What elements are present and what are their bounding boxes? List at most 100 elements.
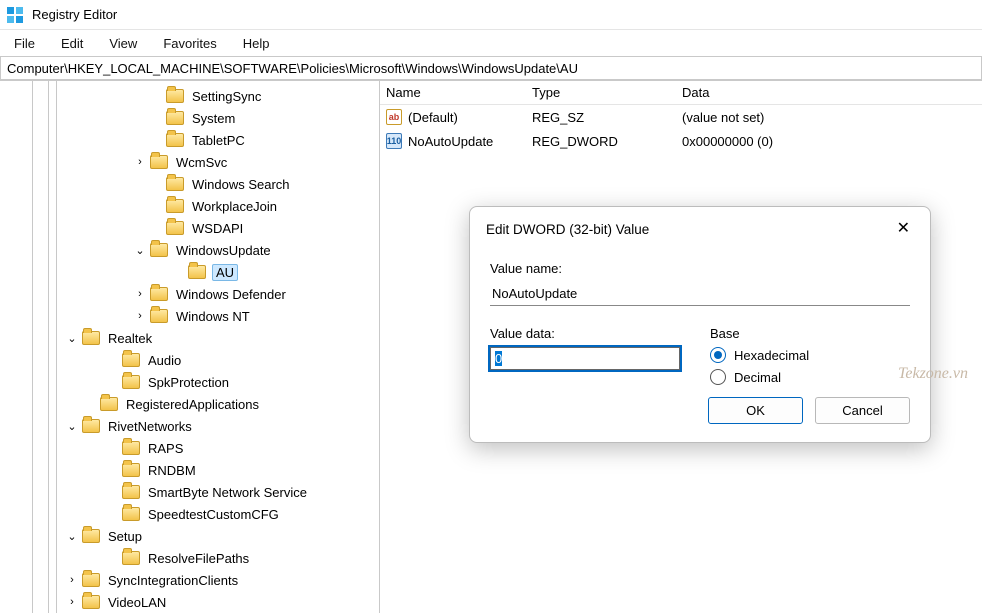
chevron-down-icon[interactable]: ⌄ — [64, 528, 80, 544]
close-icon[interactable]: ✕ — [891, 217, 916, 241]
radio-hex-icon — [710, 347, 726, 363]
tree-node[interactable]: TabletPC — [0, 129, 379, 151]
dialog-buttons: OK Cancel — [490, 391, 910, 428]
radio-dec-icon — [710, 369, 726, 385]
expander-placeholder — [104, 462, 120, 478]
column-name[interactable]: Name — [380, 83, 526, 102]
radio-dec[interactable]: Decimal — [710, 369, 910, 385]
tree-node-label: SyncIntegrationClients — [106, 573, 240, 588]
folder-icon — [166, 199, 184, 213]
menu-favorites[interactable]: Favorites — [159, 33, 220, 54]
regedit-icon — [6, 6, 24, 24]
address-text: Computer\HKEY_LOCAL_MACHINE\SOFTWARE\Pol… — [7, 61, 578, 76]
table-row[interactable]: ab(Default)REG_SZ(value not set) — [380, 105, 982, 129]
tree-node[interactable]: Audio — [0, 349, 379, 371]
tree-view[interactable]: SettingSyncSystemTabletPC›WcmSvcWindows … — [0, 81, 380, 613]
dialog-title: Edit DWORD (32-bit) Value — [486, 222, 649, 237]
table-row[interactable]: 110NoAutoUpdateREG_DWORD0x00000000 (0) — [380, 129, 982, 153]
menu-help[interactable]: Help — [239, 33, 274, 54]
folder-icon — [150, 287, 168, 301]
tree-node[interactable]: SpeedtestCustomCFG — [0, 503, 379, 525]
tree-node-label: SettingSync — [190, 89, 263, 104]
tree-node-label: Audio — [146, 353, 183, 368]
tree-node[interactable]: ›WcmSvc — [0, 151, 379, 173]
menu-file[interactable]: File — [10, 33, 39, 54]
folder-icon — [150, 243, 168, 257]
tree-node[interactable]: RegisteredApplications — [0, 393, 379, 415]
column-type[interactable]: Type — [526, 83, 676, 102]
tree-node[interactable]: AU — [0, 261, 379, 283]
radio-hex-label: Hexadecimal — [734, 348, 809, 363]
expander-placeholder — [104, 374, 120, 390]
tree-node-label: RegisteredApplications — [124, 397, 261, 412]
folder-icon — [82, 419, 100, 433]
tree-node[interactable]: › SyncIntegrationClients — [0, 569, 379, 591]
chevron-right-icon[interactable]: › — [132, 308, 148, 324]
chevron-right-icon[interactable]: › — [64, 594, 80, 610]
dialog-header: Edit DWORD (32-bit) Value ✕ — [470, 207, 930, 251]
tree-node[interactable]: › Windows NT — [0, 305, 379, 327]
edit-dword-dialog: Edit DWORD (32-bit) Value ✕ Value name: … — [469, 206, 931, 443]
menu-view[interactable]: View — [105, 33, 141, 54]
tree-node-label: SmartByte Network Service — [146, 485, 309, 500]
tree-node[interactable]: SmartByte Network Service — [0, 481, 379, 503]
value-data-input[interactable] — [490, 347, 680, 370]
dialog-body: Value name: Value data: Base Hexadecimal… — [470, 251, 930, 442]
value-name: NoAutoUpdate — [408, 134, 493, 149]
folder-icon — [166, 133, 184, 147]
tree-node[interactable]: ›Windows Defender — [0, 283, 379, 305]
expander-placeholder — [104, 440, 120, 456]
value-type: REG_DWORD — [526, 132, 676, 151]
tree-node[interactable]: › VideoLAN — [0, 591, 379, 613]
menubar: File Edit View Favorites Help — [0, 30, 982, 56]
chevron-right-icon[interactable]: › — [132, 154, 148, 170]
chevron-down-icon[interactable]: ⌄ — [132, 242, 148, 258]
value-name-input[interactable] — [490, 282, 910, 306]
folder-icon — [188, 265, 206, 279]
radio-hex[interactable]: Hexadecimal — [710, 347, 910, 363]
tree-node[interactable]: System — [0, 107, 379, 129]
expander-placeholder — [148, 176, 164, 192]
tree-node[interactable]: RAPS — [0, 437, 379, 459]
folder-icon — [82, 529, 100, 543]
tree-node-label: VideoLAN — [106, 595, 168, 610]
chevron-right-icon[interactable]: › — [64, 572, 80, 588]
tree-node[interactable]: SpkProtection — [0, 371, 379, 393]
window-title: Registry Editor — [32, 7, 117, 22]
tree-node-label: SpeedtestCustomCFG — [146, 507, 281, 522]
tree-node[interactable]: WorkplaceJoin — [0, 195, 379, 217]
menu-edit[interactable]: Edit — [57, 33, 87, 54]
tree-node[interactable]: SettingSync — [0, 85, 379, 107]
tree-node-label: ResolveFilePaths — [146, 551, 251, 566]
base-label: Base — [710, 326, 910, 341]
expander-placeholder — [104, 484, 120, 500]
column-data[interactable]: Data — [676, 83, 982, 102]
tree-node[interactable]: ⌄WindowsUpdate — [0, 239, 379, 261]
value-name: (Default) — [408, 110, 458, 125]
address-bar[interactable]: Computer\HKEY_LOCAL_MACHINE\SOFTWARE\Pol… — [0, 56, 982, 80]
folder-icon — [122, 353, 140, 367]
titlebar: Registry Editor — [0, 0, 982, 30]
tree-node[interactable]: RNDBM — [0, 459, 379, 481]
expander-placeholder — [104, 506, 120, 522]
folder-icon — [166, 221, 184, 235]
radio-dec-label: Decimal — [734, 370, 781, 385]
tree-node-label: RivetNetworks — [106, 419, 194, 434]
folder-icon — [166, 111, 184, 125]
expander-placeholder — [148, 220, 164, 236]
folder-icon — [122, 375, 140, 389]
chevron-down-icon[interactable]: ⌄ — [64, 418, 80, 434]
tree-node[interactable]: ⌄ RivetNetworks — [0, 415, 379, 437]
tree-node[interactable]: ResolveFilePaths — [0, 547, 379, 569]
cancel-button[interactable]: Cancel — [815, 397, 910, 424]
tree-node[interactable]: WSDAPI — [0, 217, 379, 239]
tree-node[interactable]: ⌄Setup — [0, 525, 379, 547]
chevron-right-icon[interactable]: › — [132, 286, 148, 302]
chevron-down-icon[interactable]: ⌄ — [64, 330, 80, 346]
ok-button[interactable]: OK — [708, 397, 803, 424]
tree-node-label: Windows NT — [174, 309, 252, 324]
tree-node[interactable]: Windows Search — [0, 173, 379, 195]
value-name-label: Value name: — [490, 261, 910, 276]
value-data-label: Value data: — [490, 326, 680, 341]
tree-node[interactable]: ⌄Realtek — [0, 327, 379, 349]
